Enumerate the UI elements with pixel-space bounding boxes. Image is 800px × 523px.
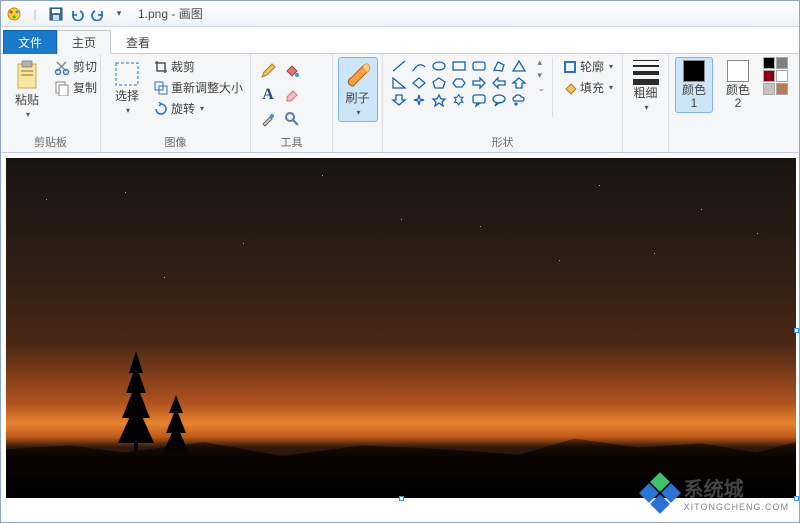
rotate-icon [154,102,168,116]
window-title: 1.png - 画图 [138,5,203,22]
shape-callout-cloud[interactable] [509,91,529,108]
save-icon[interactable] [47,5,65,23]
shape-arrow-d[interactable] [389,91,409,108]
shape-hexagon[interactable] [449,74,469,91]
swatch[interactable] [776,57,788,69]
pencil-tool[interactable] [257,60,279,82]
shapes-expand[interactable]: ⌄ [538,83,546,94]
fill-icon [563,81,577,95]
ribbon-tabs: 文件 主页 查看 [1,27,799,53]
shape-curve[interactable] [409,57,429,74]
tab-file[interactable]: 文件 [3,30,57,54]
shape-roundrect[interactable] [469,57,489,74]
watermark-url: XITONGCHENG.COM [684,502,789,512]
fill-button[interactable]: 填充▾ [560,78,616,97]
group-clipboard: 粘贴▾ 剪切 复制 剪贴板 [1,54,101,152]
tab-view[interactable]: 查看 [111,30,165,54]
canvas-area [1,153,799,522]
canvas[interactable] [6,158,796,498]
select-button[interactable]: 选择▾ [107,57,147,120]
magnifier-tool[interactable] [281,108,303,130]
swatch[interactable] [776,83,788,95]
crop-button[interactable]: 裁剪 [151,57,246,76]
title-bar: | ▾ 1.png - 画图 [1,1,799,27]
swatch[interactable] [763,57,775,69]
shape-arrow-l[interactable] [489,74,509,91]
group-label-clipboard: 剪贴板 [7,133,94,151]
group-shapes: ▴ ▾ ⌄ 轮廓▾ 填充▾ 形状 [383,54,623,152]
color2-button[interactable]: 颜色 2 [719,57,757,113]
paste-button[interactable]: 粘贴▾ [7,57,47,124]
shape-callout-rect[interactable] [469,91,489,108]
swatch[interactable] [763,83,775,95]
crop-icon [154,60,168,74]
shape-arrow-r[interactable] [469,74,489,91]
copy-button[interactable]: 复制 [51,78,100,97]
group-tools: A 工具 [251,54,333,152]
scissors-icon [54,59,70,75]
swatch[interactable] [776,70,788,82]
watermark-logo-icon [642,475,678,511]
resize-handle-bottom[interactable] [399,496,404,501]
size-button[interactable]: 粗细▾ [626,57,666,117]
bucket-tool[interactable] [281,60,303,82]
picker-tool[interactable] [257,108,279,130]
shape-star5[interactable] [429,91,449,108]
copy-icon [54,80,70,96]
resize-handle-right[interactable] [794,328,799,333]
shape-polygon[interactable] [489,57,509,74]
text-tool[interactable]: A [257,84,279,106]
shape-star4[interactable] [409,91,429,108]
group-image: 选择▾ 裁剪 重新调整大小 旋转▾ 图像 [101,54,251,152]
group-colors: 颜色 1 颜色 2 [669,54,799,152]
resize-icon [154,81,168,95]
shape-triangle[interactable] [509,57,529,74]
shape-line[interactable] [389,57,409,74]
shapes-gallery[interactable] [389,57,532,108]
outline-icon [563,60,577,74]
group-label-image: 图像 [107,133,244,151]
color1-swatch [683,60,705,82]
tab-home[interactable]: 主页 [57,30,111,54]
app-name: 画图 [179,7,203,21]
shapes-scroll-up[interactable]: ▴ [538,57,546,68]
shape-arrow-u[interactable] [509,74,529,91]
app-icon [5,5,23,23]
color1-button[interactable]: 颜色 1 [675,57,713,113]
watermark: 系统城 XITONGCHENG.COM [642,473,789,512]
shape-star6[interactable] [449,91,469,108]
watermark-text: 系统城 [684,473,789,502]
ribbon: 粘贴▾ 剪切 复制 剪贴板 选择▾ [1,53,799,153]
undo-icon[interactable] [68,5,86,23]
group-label-shapes: 形状 [389,133,616,151]
shape-rtriangle[interactable] [389,74,409,91]
group-label-tools: 工具 [257,133,326,151]
shape-callout-oval[interactable] [489,91,509,108]
shape-rect[interactable] [449,57,469,74]
group-brushes: 刷子▾ [333,54,383,152]
rotate-button[interactable]: 旋转▾ [151,99,246,118]
brushes-button[interactable]: 刷子▾ [338,57,378,122]
quick-access-toolbar: | ▾ [5,5,128,23]
outline-button[interactable]: 轮廓▾ [560,57,616,76]
filename: 1.png [138,7,168,21]
swatch[interactable] [763,70,775,82]
color-palette [763,57,793,95]
color2-swatch [727,60,749,82]
shape-pentagon[interactable] [429,74,449,91]
resize-button[interactable]: 重新调整大小 [151,78,246,97]
group-size: 粗细▾ [623,54,669,152]
qat-dropdown-icon[interactable]: ▾ [110,5,128,23]
size-preview-icon [632,60,660,85]
separator: | [26,5,44,23]
shapes-scroll-down[interactable]: ▾ [538,70,546,81]
eraser-tool[interactable] [281,84,303,106]
redo-icon[interactable] [89,5,107,23]
cut-button[interactable]: 剪切 [51,57,100,76]
shape-diamond[interactable] [409,74,429,91]
shape-oval[interactable] [429,57,449,74]
resize-handle-corner[interactable] [794,496,799,501]
